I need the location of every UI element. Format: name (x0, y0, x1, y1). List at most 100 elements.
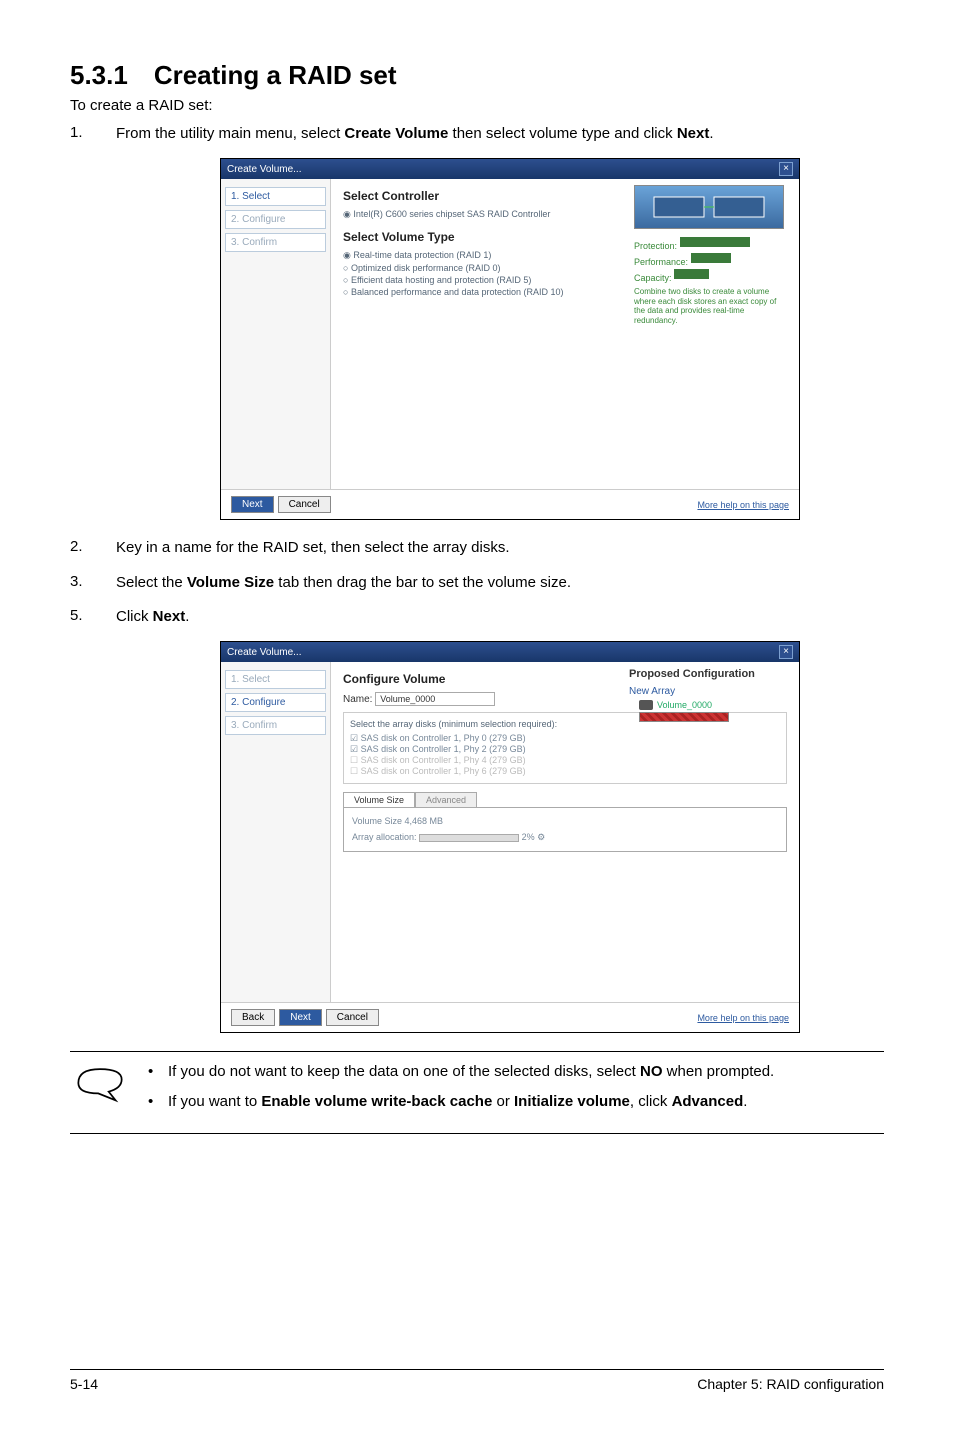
close-icon[interactable]: × (779, 645, 793, 659)
bullet-icon: • (148, 1062, 168, 1082)
page-footer: 5-14 Chapter 5: RAID configuration (70, 1369, 884, 1392)
note-icon (70, 1062, 130, 1123)
allocation-label: Array allocation: (352, 832, 417, 842)
t: Volume Size (187, 574, 274, 591)
cancel-button[interactable]: Cancel (278, 496, 331, 513)
disk-label: SAS disk on Controller 1, Phy 2 (279 GB) (361, 744, 526, 754)
wizard-sidebar: 1. Select 2. Configure 3. Confirm (221, 662, 331, 1002)
back-button[interactable]: Back (231, 1009, 275, 1026)
t: , click (630, 1093, 672, 1110)
dialog-title: Create Volume... (227, 164, 301, 175)
step-number: 3. (70, 573, 116, 593)
tab-volume-size[interactable]: Volume Size (343, 792, 415, 807)
next-button[interactable]: Next (279, 1009, 322, 1026)
next-button[interactable]: Next (231, 496, 274, 513)
t: From the utility main menu, select (116, 125, 344, 142)
step-text: Click Next. (116, 607, 884, 627)
help-link[interactable]: More help on this page (697, 1013, 789, 1023)
disk-checkbox[interactable]: ☐ SAS disk on Controller 1, Phy 6 (279 G… (350, 766, 780, 777)
step-text: Key in a name for the RAID set, then sel… (116, 538, 884, 558)
name-label: Name: (343, 694, 372, 705)
proposed-title: Proposed Configuration (629, 668, 789, 680)
help-link[interactable]: More help on this page (697, 500, 789, 510)
allocation-slider[interactable] (419, 834, 519, 842)
wizard-step-select[interactable]: 1. Select (225, 670, 326, 689)
t: If you do not want to keep the data on o… (168, 1063, 640, 1080)
step-text: Select the Volume Size tab then drag the… (116, 573, 884, 593)
step-number: 5. (70, 607, 116, 627)
t: Select the (116, 574, 187, 591)
step-number: 1. (70, 124, 116, 144)
meter-bar (680, 237, 750, 247)
screenshot-2: Create Volume... × 1. Select 2. Configur… (220, 641, 884, 1033)
volume-type-description: Combine two disks to create a volume whe… (634, 287, 789, 325)
t: If you want to (168, 1093, 261, 1110)
wizard-step-configure[interactable]: 2. Configure (225, 693, 326, 712)
summary-panel: Protection: Performance: Capacity: Combi… (634, 185, 789, 325)
bullet-icon: • (148, 1092, 168, 1112)
t: then select volume type and click (448, 125, 676, 142)
step-1: 1. From the utility main menu, select Cr… (70, 124, 884, 144)
t: Click (116, 608, 153, 625)
radio-label: Efficient data hosting and protection (R… (351, 275, 531, 285)
capacity-bar (639, 712, 729, 722)
dialog-title: Create Volume... (227, 647, 301, 658)
raid-diagram-icon (634, 185, 784, 229)
tab-advanced[interactable]: Advanced (415, 792, 477, 807)
t: when prompted. (662, 1063, 774, 1080)
note-line: If you want to Enable volume write-back … (168, 1092, 747, 1112)
disk-label: SAS disk on Controller 1, Phy 6 (279 GB) (361, 766, 526, 776)
performance-label: Performance: (634, 257, 688, 267)
chapter-label: Chapter 5: RAID configuration (697, 1376, 884, 1392)
cancel-button[interactable]: Cancel (326, 1009, 379, 1026)
page-number: 5-14 (70, 1376, 98, 1392)
section-heading: 5.3.1 Creating a RAID set (70, 60, 884, 91)
radio-label: Real-time data protection (RAID 1) (353, 250, 491, 260)
t: tab then drag the bar to set the volume … (274, 574, 571, 591)
wizard-step-confirm[interactable]: 3. Confirm (225, 716, 326, 735)
wizard-step-confirm[interactable]: 3. Confirm (225, 233, 326, 252)
radio-label: Balanced performance and data protection… (351, 287, 564, 297)
t: or (492, 1093, 514, 1110)
t: . (709, 125, 713, 142)
meter-bar (674, 269, 709, 279)
meter-bar (691, 253, 731, 263)
disk-label: SAS disk on Controller 1, Phy 0 (279 GB) (361, 733, 526, 743)
screenshot-1: Create Volume... × 1. Select 2. Configur… (220, 158, 884, 520)
disk-checkbox[interactable]: ☐ SAS disk on Controller 1, Phy 4 (279 G… (350, 755, 780, 766)
protection-label: Protection: (634, 241, 677, 251)
volume-item: Volume_0000 (639, 700, 789, 710)
intro-text: To create a RAID set: (70, 97, 884, 114)
volume-name-input[interactable]: Volume_0000 (375, 692, 495, 706)
step-text: From the utility main menu, select Creat… (116, 124, 884, 144)
disk-checkbox[interactable]: ☑ SAS disk on Controller 1, Phy 2 (279 G… (350, 744, 780, 755)
radio-label: Optimized disk performance (RAID 0) (351, 263, 501, 273)
capacity-label: Capacity: (634, 273, 672, 283)
t: Advanced (672, 1093, 744, 1110)
note-body: • If you do not want to keep the data on… (148, 1062, 884, 1123)
disk-selection-list: Select the array disks (minimum selectio… (343, 712, 787, 784)
new-array-label: New Array (629, 686, 789, 697)
t: Initialize volume (514, 1093, 630, 1110)
close-icon[interactable]: × (779, 162, 793, 176)
allocation-percent: 2% (522, 832, 535, 842)
volume-item-label: Volume_0000 (657, 700, 712, 710)
disk-icon (639, 700, 653, 710)
wizard-step-configure[interactable]: 2. Configure (225, 210, 326, 229)
t: . (185, 608, 189, 625)
dialog-titlebar: Create Volume... × (221, 642, 799, 662)
t: NO (640, 1063, 663, 1080)
note-line: If you do not want to keep the data on o… (168, 1062, 774, 1082)
wizard-step-select[interactable]: 1. Select (225, 187, 326, 206)
dialog-titlebar: Create Volume... × (221, 159, 799, 179)
step-number: 2. (70, 538, 116, 558)
step-3: 3. Select the Volume Size tab then drag … (70, 573, 884, 593)
volume-size-text: Volume Size 4,468 MB (352, 816, 778, 826)
note-box: • If you do not want to keep the data on… (70, 1051, 884, 1134)
tab-panel: Volume Size 4,468 MB Array allocation: 2… (343, 807, 787, 852)
radio-label: Intel(R) C600 series chipset SAS RAID Co… (353, 209, 550, 219)
t: Enable volume write-back cache (261, 1093, 492, 1110)
t: Create Volume (344, 125, 448, 142)
t: Next (153, 608, 186, 625)
disk-checkbox[interactable]: ☑ SAS disk on Controller 1, Phy 0 (279 G… (350, 733, 780, 744)
